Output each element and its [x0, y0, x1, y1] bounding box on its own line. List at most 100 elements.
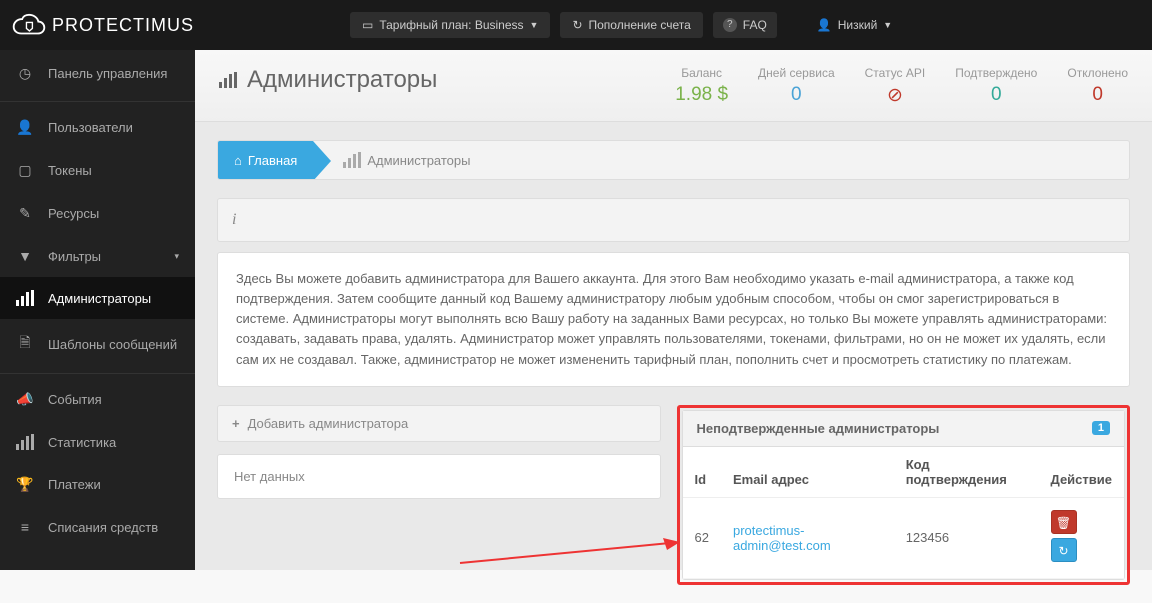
description-panel: Здесь Вы можете добавить администратора … — [217, 252, 1130, 387]
refresh-icon: ↻ — [572, 18, 582, 32]
sidebar-item-users[interactable]: 👤 Пользователи — [0, 106, 195, 149]
cell-actions: 🗑 ↻ — [1039, 497, 1124, 578]
description-text: Здесь Вы можете добавить администратора … — [236, 271, 1107, 367]
sidebar-item-label: Администраторы — [48, 291, 151, 306]
info-bar: i — [217, 198, 1130, 242]
ban-icon: ⊘ — [865, 84, 926, 107]
faq-button[interactable]: ? FAQ — [713, 12, 777, 38]
sidebar-item-resources[interactable]: ✎ Ресурсы — [0, 192, 195, 235]
annotation-arrow — [455, 538, 685, 568]
shield-cloud-icon — [12, 12, 46, 38]
sidebar: ◷ Панель управления 👤 Пользователи ▢ Ток… — [0, 50, 195, 570]
sidebar-item-dashboard[interactable]: ◷ Панель управления — [0, 50, 195, 97]
topbar: PROTECTIMUS ▭ Тарифный план: Business ▼ … — [0, 0, 1152, 50]
sidebar-item-templates[interactable]: 🗎 Шаблоны сообщений — [0, 319, 195, 369]
stat-label: Дней сервиса — [758, 66, 835, 80]
home-icon: ⌂ — [234, 153, 242, 168]
no-data-label: Нет данных — [217, 454, 661, 499]
topbar-actions: ▭ Тарифный план: Business ▼ ↻ Пополнение… — [195, 12, 1152, 38]
sidebar-item-events[interactable]: 📣 События — [0, 378, 195, 421]
person-icon: 👤 — [16, 119, 34, 136]
sidebar-item-admins[interactable]: Администраторы — [0, 277, 195, 319]
cell-id: 62 — [683, 497, 721, 578]
col-id: Id — [683, 447, 721, 498]
stat-value: 0 — [955, 84, 1037, 106]
page-title: Администраторы — [219, 66, 437, 94]
sidebar-item-label: Платежи — [48, 477, 101, 492]
sidebar-item-label: Пользователи — [48, 120, 133, 135]
sidebar-item-label: Списания средств — [48, 520, 158, 535]
sidebar-item-tokens[interactable]: ▢ Токены — [0, 149, 195, 192]
breadcrumb-current: Администраторы — [343, 152, 470, 168]
brand-logo[interactable]: PROTECTIMUS — [0, 12, 195, 38]
table-row: 62 protectimus-admin@test.com 123456 🗑 ↻ — [683, 497, 1125, 578]
divider — [0, 373, 195, 374]
pending-admins-panel-highlight: Неподтвержденные администраторы 1 Id Ema… — [677, 405, 1131, 585]
two-column-row: + Добавить администратора Нет данных Неп… — [217, 405, 1130, 585]
main-content: Администраторы Баланс 1.98 $ Дней сервис… — [195, 50, 1152, 570]
sidebar-item-label: Ресурсы — [48, 206, 99, 221]
trash-icon: 🗑 — [1056, 516, 1071, 530]
refresh-button[interactable]: ↻ — [1051, 538, 1077, 562]
list-icon: ≡ — [16, 519, 34, 535]
sidebar-item-payments[interactable]: 🏆 Платежи — [0, 463, 195, 506]
cell-code: 123456 — [894, 497, 1039, 578]
breadcrumb-label: Администраторы — [367, 153, 470, 168]
page-header: Администраторы Баланс 1.98 $ Дней сервис… — [195, 50, 1152, 122]
chevron-down-icon: ▼ — [530, 20, 539, 30]
plus-icon: + — [232, 416, 240, 431]
sidebar-item-label: События — [48, 392, 102, 407]
breadcrumb-home[interactable]: ⌂ Главная — [218, 141, 313, 179]
chart-icon — [16, 434, 34, 450]
cell-email[interactable]: protectimus-admin@test.com — [721, 497, 894, 578]
device-icon: ▢ — [16, 162, 34, 179]
stat-value: 0 — [1067, 84, 1128, 106]
bars-icon — [343, 152, 361, 168]
plan-button[interactable]: ▭ Тарифный план: Business ▼ — [350, 12, 550, 38]
sidebar-item-label: Статистика — [48, 435, 116, 450]
stat-label: Баланс — [675, 66, 728, 80]
trophy-icon: 🏆 — [16, 476, 34, 493]
refresh-icon: ↻ — [1059, 544, 1069, 558]
col-action: Действие — [1039, 447, 1124, 498]
pending-admins-panel: Неподтвержденные администраторы 1 Id Ema… — [682, 410, 1126, 580]
funnel-icon: ▼ — [16, 248, 34, 264]
sidebar-item-stats[interactable]: Статистика — [0, 421, 195, 463]
stat-balance: Баланс 1.98 $ — [675, 66, 728, 107]
doc-icon: 🗎 — [16, 332, 34, 356]
count-badge: 1 — [1092, 421, 1110, 435]
chevron-down-icon: ▾ — [174, 251, 179, 262]
pending-admins-table: Id Email адрес Код подтверждения Действи… — [683, 447, 1125, 579]
plan-label: Тарифный план: Business — [379, 18, 523, 32]
card-icon: ▭ — [362, 18, 373, 32]
sidebar-item-label: Панель управления — [48, 66, 167, 81]
sidebar-item-label: Фильтры — [48, 249, 101, 264]
stat-label: Статус API — [865, 66, 926, 80]
stat-value: 0 — [758, 84, 835, 106]
delete-button[interactable]: 🗑 — [1051, 510, 1077, 534]
topup-label: Пополнение счета — [589, 18, 691, 32]
megaphone-icon: 📣 — [16, 391, 34, 408]
user-menu[interactable]: 👤 Низкий ▼ — [817, 18, 892, 32]
stat-value: 1.98 $ — [675, 84, 728, 106]
stat-days: Дней сервиса 0 — [758, 66, 835, 107]
add-admin-label: Добавить администратора — [248, 416, 409, 431]
breadcrumb-label: Главная — [248, 153, 297, 168]
topup-button[interactable]: ↻ Пополнение счета — [560, 12, 702, 38]
sidebar-item-label: Токены — [48, 163, 92, 178]
edit-icon: ✎ — [16, 205, 34, 222]
sidebar-item-filters[interactable]: ▼ Фильтры ▾ — [0, 235, 195, 277]
chevron-down-icon: ▼ — [883, 20, 892, 30]
bars-icon — [16, 290, 34, 306]
stat-label: Отклонено — [1067, 66, 1128, 80]
add-admin-button[interactable]: + Добавить администратора — [217, 405, 661, 442]
breadcrumb: ⌂ Главная Администраторы — [217, 140, 1130, 180]
info-icon: i — [232, 211, 236, 228]
sidebar-item-debits[interactable]: ≡ Списания средств — [0, 506, 195, 548]
header-stats: Баланс 1.98 $ Дней сервиса 0 Статус API … — [675, 66, 1128, 107]
content-wrap: ⌂ Главная Администраторы i Здесь Вы може… — [195, 122, 1152, 603]
panel-header: Неподтвержденные администраторы 1 — [683, 411, 1125, 447]
panel-title: Неподтвержденные администраторы — [697, 421, 940, 436]
question-icon: ? — [723, 18, 737, 32]
divider — [0, 101, 195, 102]
